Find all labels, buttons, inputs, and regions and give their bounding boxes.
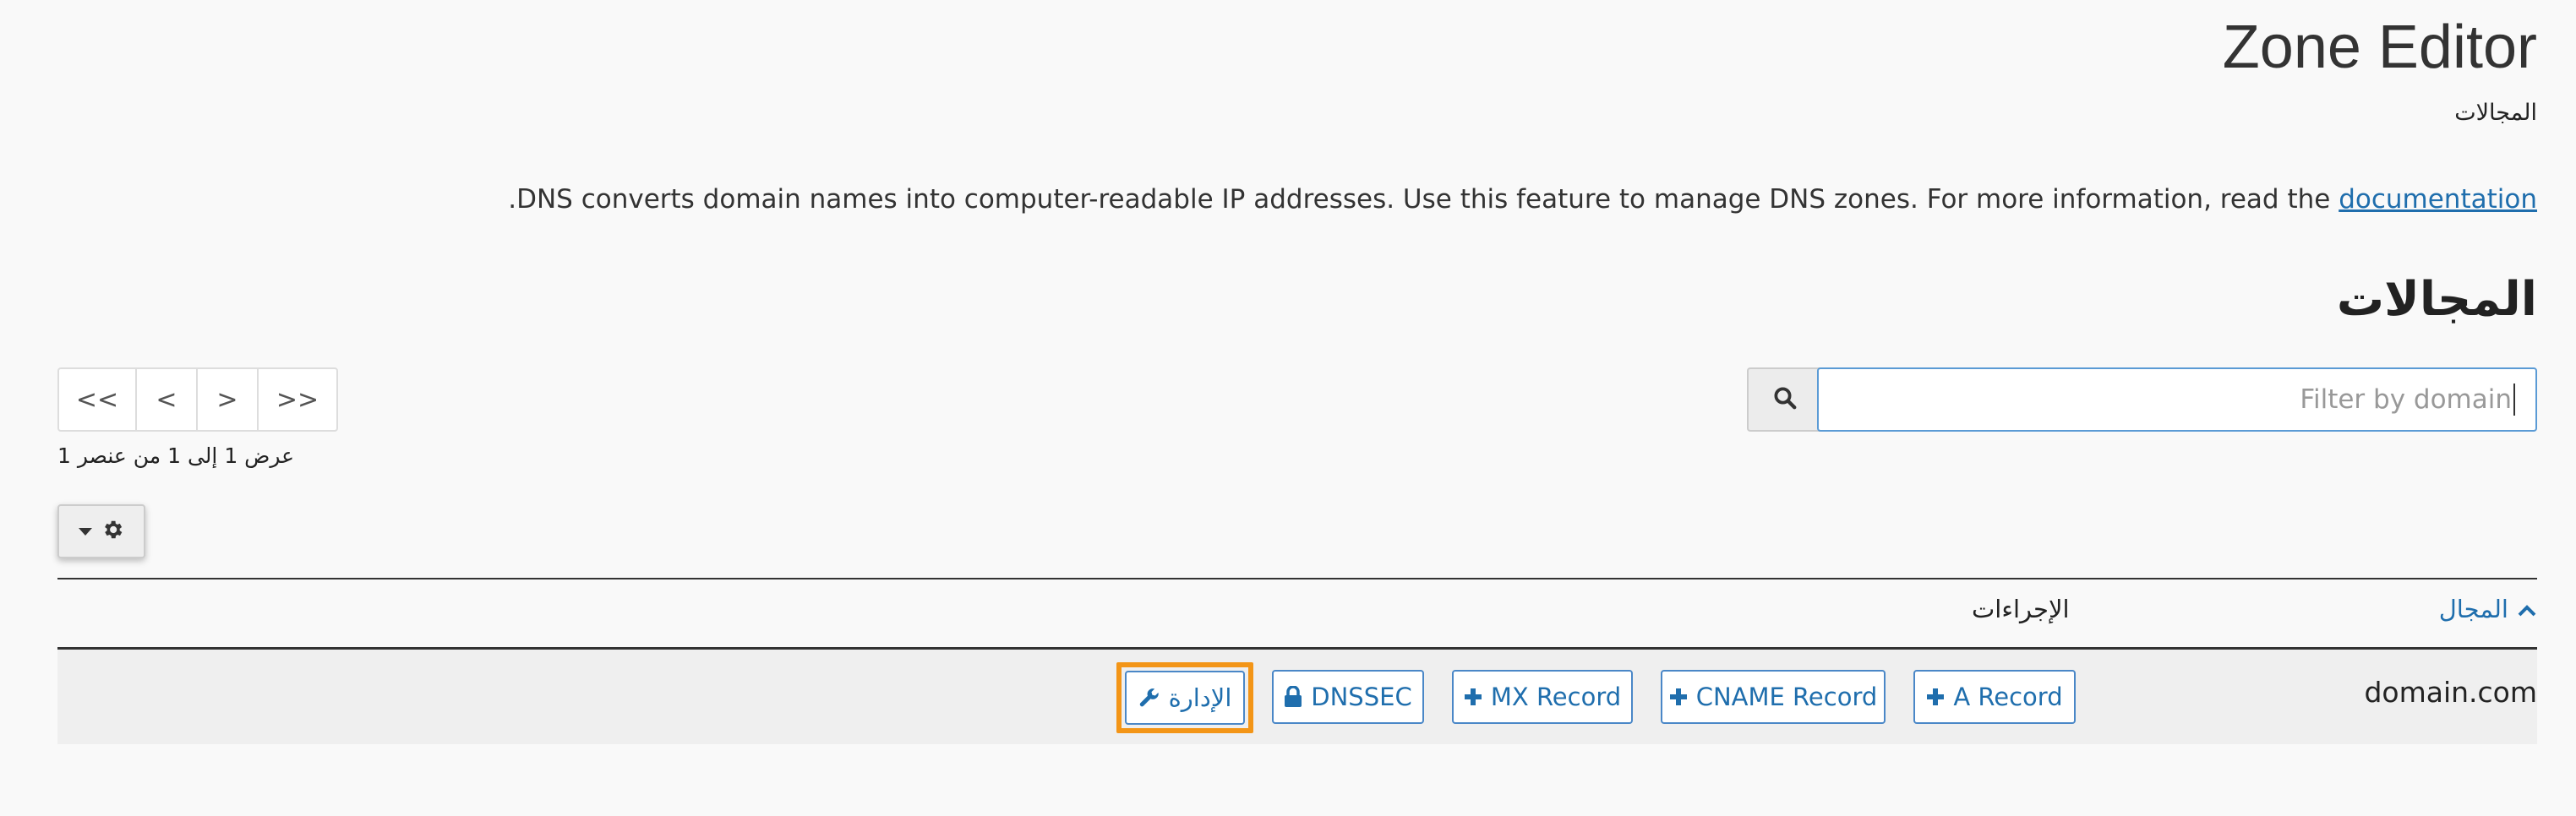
prev-page-button[interactable]: < — [137, 369, 198, 430]
add-mx-record-button[interactable]: MX Record — [1452, 670, 1633, 724]
manage-label: الإدارة — [1168, 683, 1232, 712]
paging-info: عرض 1 إلى 1 من عنصر 1 — [57, 443, 295, 468]
add-a-record-button[interactable]: A Record — [1913, 670, 2076, 724]
manage-button[interactable]: الإدارة — [1125, 671, 1245, 725]
plus-icon — [1669, 688, 1688, 706]
search-button[interactable] — [1747, 367, 1821, 432]
column-header-domain[interactable]: المجال — [2439, 595, 2537, 623]
description-end: . — [508, 184, 517, 215]
search-placeholder: Filter by domain — [2300, 384, 2512, 415]
settings-dropdown-button[interactable] — [57, 504, 145, 558]
page-subtitle: المجالات — [2454, 100, 2537, 126]
plus-icon — [1464, 688, 1482, 706]
page-description: DNS converts domain names into computer-… — [508, 184, 2537, 215]
add-a-record-label: A Record — [1953, 683, 2063, 711]
add-mx-record-label: MX Record — [1490, 683, 1622, 711]
dnssec-label: DNSSEC — [1311, 683, 1412, 711]
description-text: DNS converts domain names into computer-… — [516, 184, 2331, 215]
caret-down-icon — [79, 524, 92, 540]
page-title: Zone Editor — [2222, 14, 2537, 81]
plus-icon — [1926, 688, 1945, 706]
add-cname-record-label: CNAME Record — [1695, 683, 1878, 711]
search-icon — [1772, 385, 1798, 414]
next-page-button[interactable]: > — [198, 369, 259, 430]
documentation-link[interactable]: documentation — [2339, 184, 2537, 215]
gear-icon — [101, 518, 124, 545]
section-title: المجالات — [2336, 272, 2537, 327]
lock-icon — [1284, 686, 1302, 708]
first-page-button[interactable]: << — [59, 369, 137, 430]
sort-ascending-icon — [2517, 595, 2537, 623]
table-top-border — [57, 578, 2537, 579]
column-header-domain-label: المجال — [2438, 595, 2508, 623]
column-header-actions: الإجراءات — [1972, 595, 2070, 623]
last-page-button[interactable]: >> — [259, 369, 336, 430]
search-input[interactable]: Filter by domain — [1817, 367, 2537, 432]
add-cname-record-button[interactable]: CNAME Record — [1661, 670, 1886, 724]
domain-cell: domain.com — [2364, 676, 2537, 709]
text-caret — [2513, 384, 2515, 416]
wrench-icon — [1138, 687, 1160, 709]
dnssec-button[interactable]: DNSSEC — [1272, 670, 1424, 724]
pagination: << < > >> — [57, 367, 338, 432]
